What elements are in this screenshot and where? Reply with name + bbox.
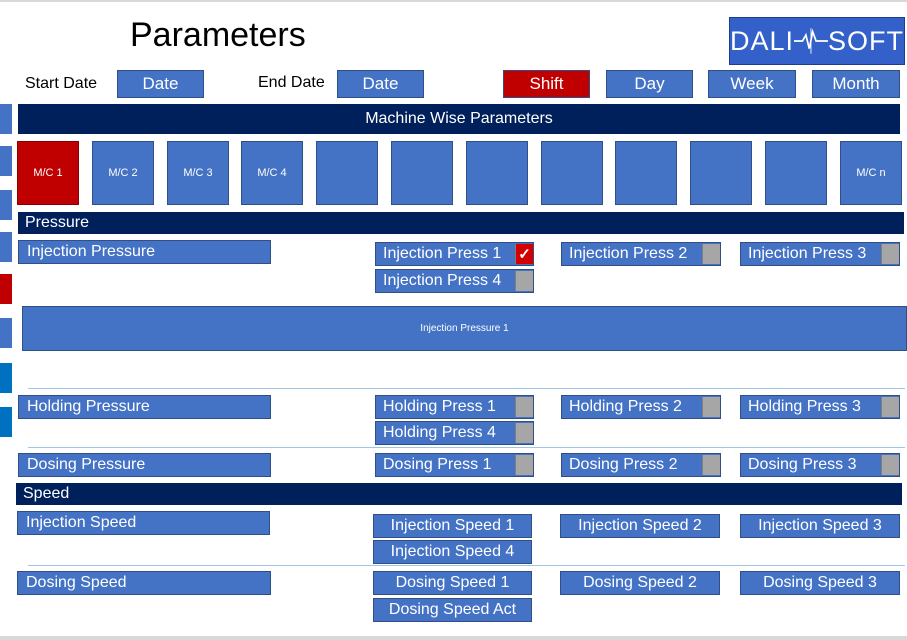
dosing-speed-act-option[interactable]: Dosing Speed Act [373,598,532,622]
end-date-picker[interactable]: Date [337,70,424,98]
option-label: Holding Press 2 [569,398,682,415]
speed-section-header: Speed [16,483,902,505]
injection-speed-2-option[interactable]: Injection Speed 2 [560,514,720,538]
injection-speed-1-option[interactable]: Injection Speed 1 [373,514,532,538]
dalisoft-logo: DALI SOFT [729,17,905,65]
divider [28,388,905,389]
holding-press-2-option[interactable]: Holding Press 2 [561,395,721,419]
checkbox[interactable] [881,455,899,475]
side-nav-item[interactable] [0,146,12,176]
option-label: Injection Press 3 [748,245,867,262]
end-date-label: End Date [258,74,325,91]
divider [28,447,905,448]
month-button[interactable]: Month [812,70,900,98]
option-label: Injection Press 4 [383,272,502,289]
parameters-dashboard: Parameters DALI SOFT Start Date Date End… [0,0,907,640]
option-label: Holding Press 1 [383,398,496,415]
checkbox[interactable] [702,455,720,475]
side-nav-item[interactable] [0,232,12,262]
machine-tile-1[interactable]: M/C 1 [17,141,79,205]
divider [28,565,905,566]
checkbox[interactable] [881,244,899,264]
checkbox[interactable] [702,244,720,264]
machine-tile-5[interactable] [316,141,378,205]
option-label: Dosing Press 1 [383,456,492,473]
logo-text-right: SOFT [828,25,904,56]
dosing-speed-2-option[interactable]: Dosing Speed 2 [560,571,720,595]
option-label: Holding Press 4 [383,424,496,441]
injection-speed-4-option[interactable]: Injection Speed 4 [373,540,532,564]
holding-pressure-button[interactable]: Holding Pressure [18,395,271,419]
injection-press-3-option[interactable]: Injection Press 3 [740,242,900,266]
dosing-press-3-option[interactable]: Dosing Press 3 [740,453,900,477]
holding-press-4-option[interactable]: Holding Press 4 [375,421,534,445]
dosing-speed-button[interactable]: Dosing Speed [17,571,271,595]
holding-press-3-option[interactable]: Holding Press 3 [740,395,900,419]
pulse-icon [794,28,828,54]
option-label: Holding Press 3 [748,398,861,415]
machine-tile-3[interactable]: M/C 3 [167,141,229,205]
machine-tile-2[interactable]: M/C 2 [92,141,154,205]
checkbox[interactable] [515,397,533,417]
pressure-section-header: Pressure [18,212,904,234]
start-date-picker[interactable]: Date [117,70,204,98]
side-nav-item[interactable] [0,104,12,134]
checkbox[interactable] [515,271,533,291]
injection-pressure-chart-area: Injection Pressure 1 [22,306,907,351]
injection-press-2-option[interactable]: Injection Press 2 [561,242,721,266]
checkbox[interactable] [515,423,533,443]
machine-tile-7[interactable] [466,141,528,205]
dosing-speed-1-option[interactable]: Dosing Speed 1 [373,571,532,595]
side-nav-item[interactable] [0,407,12,437]
machine-tile-4[interactable]: M/C 4 [241,141,303,205]
dosing-speed-3-option[interactable]: Dosing Speed 3 [740,571,900,595]
dosing-pressure-button[interactable]: Dosing Pressure [18,453,271,477]
machine-tile-10[interactable] [690,141,752,205]
checkbox[interactable] [702,397,720,417]
side-nav-item[interactable] [0,190,12,220]
injection-speed-3-option[interactable]: Injection Speed 3 [740,514,900,538]
week-button[interactable]: Week [708,70,796,98]
day-button[interactable]: Day [606,70,693,98]
machine-tile-8[interactable] [541,141,603,205]
bottom-border [0,636,907,640]
machine-banner: Machine Wise Parameters [18,104,900,134]
checkbox[interactable] [881,397,899,417]
injection-pressure-button[interactable]: Injection Pressure [18,240,271,264]
machine-tile-11[interactable] [765,141,827,205]
option-label: Dosing Press 3 [748,456,857,473]
checkbox[interactable] [515,455,533,475]
injection-press-4-option[interactable]: Injection Press 4 [375,269,534,293]
option-label: Dosing Press 2 [569,456,678,473]
dosing-press-2-option[interactable]: Dosing Press 2 [561,453,721,477]
machine-tile-9[interactable] [615,141,677,205]
injection-press-1-option[interactable]: Injection Press 1 ✓ [375,242,534,266]
option-label: Injection Press 2 [569,245,688,262]
checkmark-icon[interactable]: ✓ [515,244,533,264]
machine-tile-6[interactable] [391,141,453,205]
machine-tile-n[interactable]: M/C n [840,141,902,205]
dosing-press-1-option[interactable]: Dosing Press 1 [375,453,534,477]
holding-press-1-option[interactable]: Holding Press 1 [375,395,534,419]
start-date-label: Start Date [25,75,98,92]
side-nav-item[interactable] [0,363,12,393]
shift-button[interactable]: Shift [503,70,590,98]
injection-speed-button[interactable]: Injection Speed [17,511,270,535]
logo-text-left: DALI [730,25,795,56]
option-label: Injection Press 1 [383,245,502,262]
page-title: Parameters [130,16,306,54]
side-nav-item-active[interactable] [0,274,12,304]
top-border [0,0,907,2]
side-nav-item[interactable] [0,318,12,348]
